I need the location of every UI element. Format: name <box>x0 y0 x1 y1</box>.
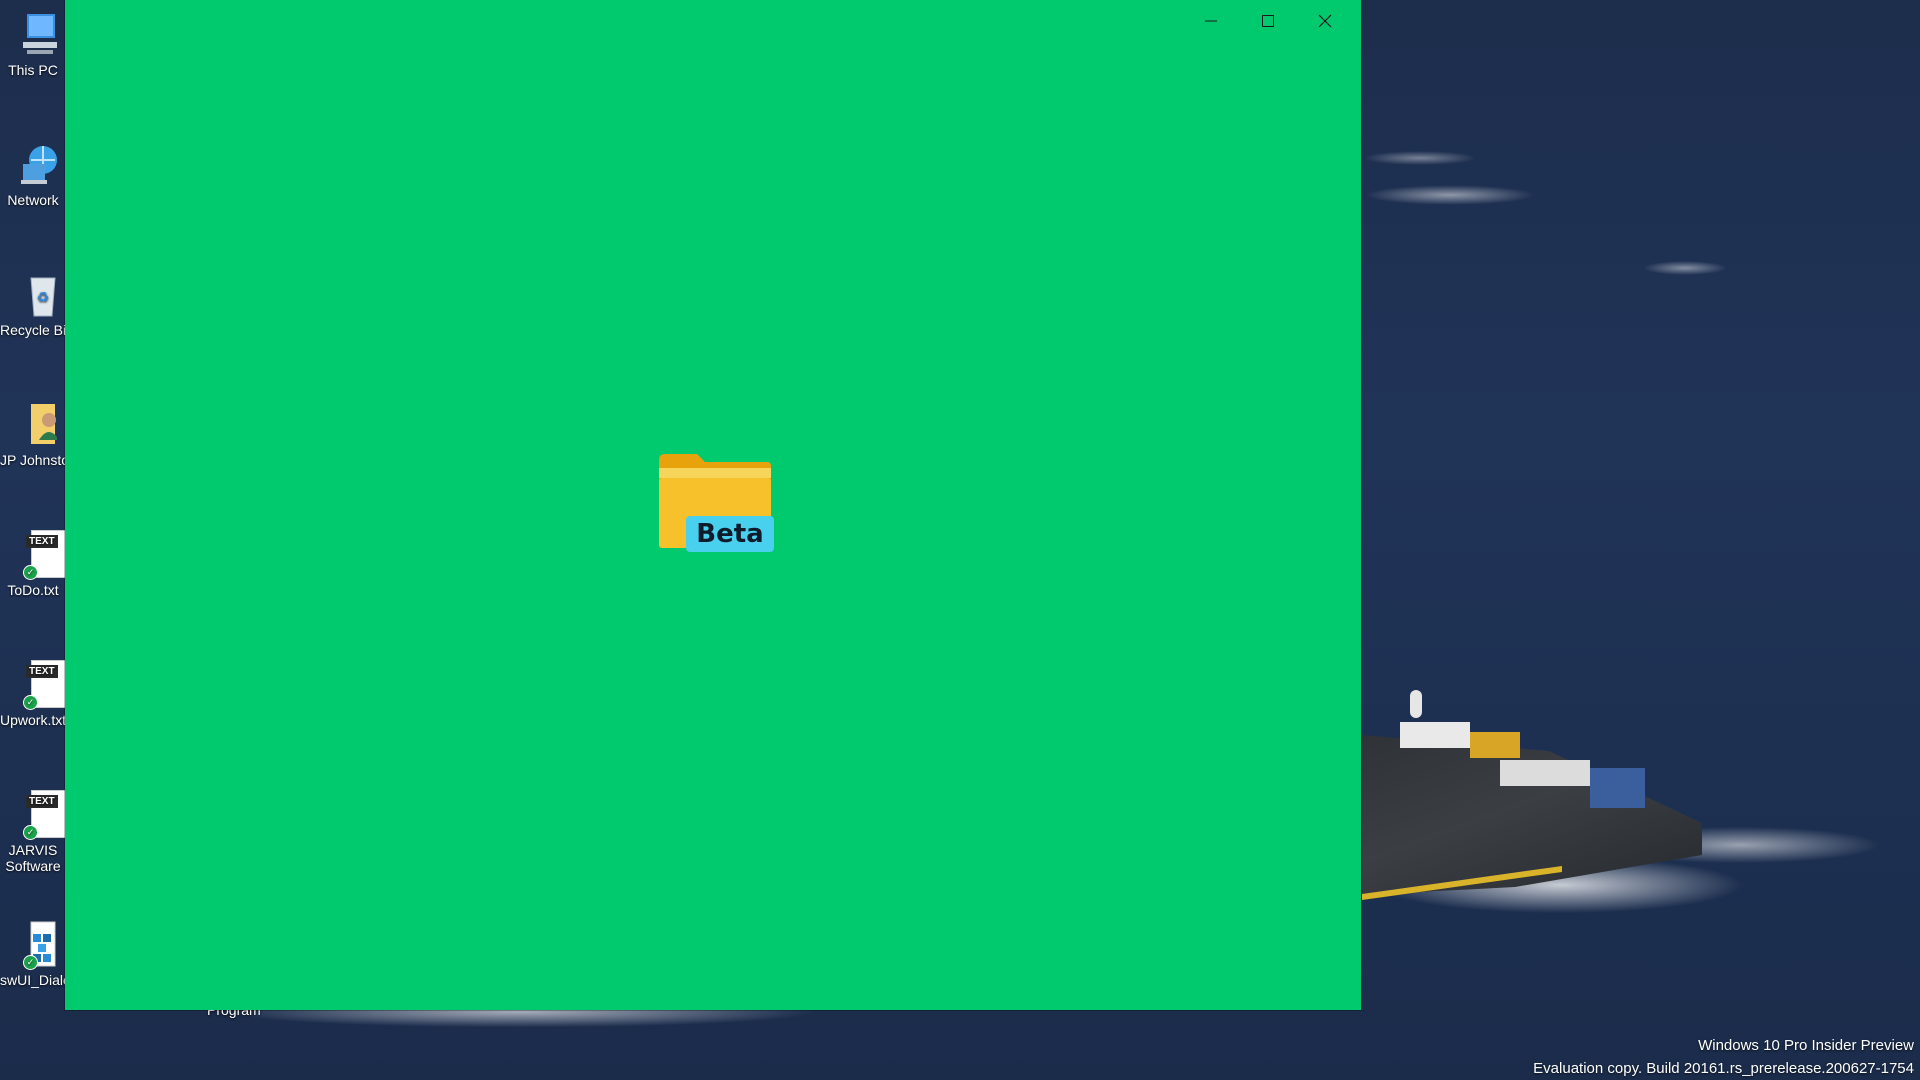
sync-check-icon: ✓ <box>23 825 38 840</box>
file-type-tag: TEXT <box>26 665 58 678</box>
beta-badge: Beta <box>686 516 774 552</box>
desktop-icon-todo[interactable]: TEXT ✓ ToDo.txt <box>0 530 71 598</box>
minimize-icon <box>1205 20 1217 22</box>
desktop-icon-label: JARVIS Software <box>5 842 61 874</box>
desktop-icon-label: ToDo.txt <box>7 582 59 598</box>
svg-text:♻: ♻ <box>37 289 50 305</box>
maximize-icon <box>1262 15 1274 27</box>
barge-container <box>1400 722 1470 748</box>
close-icon <box>1318 14 1332 28</box>
desktop-icon-label: Network <box>7 192 59 208</box>
desktop-icon-label: Upwork.txt <box>0 712 66 728</box>
recycle-bin-icon: ♻ <box>9 270 57 318</box>
barge-container <box>1470 732 1520 758</box>
cubes-file-icon: ✓ <box>9 920 57 970</box>
app-window: Beta <box>65 0 1361 1010</box>
desktop-icon-label: swUI_Dialog <box>0 972 66 988</box>
sync-check-icon: ✓ <box>23 695 38 710</box>
file-type-tag: TEXT <box>26 535 58 548</box>
desktop-icon-swui-dialog[interactable]: ✓ swUI_Dialog <box>0 920 66 988</box>
barge-container <box>1410 690 1422 718</box>
text-file-icon: TEXT ✓ <box>9 530 71 580</box>
desktop-icon-label: Recycle Bin <box>0 322 66 338</box>
user-folder-icon <box>9 400 59 448</box>
text-file-icon: TEXT ✓ <box>9 790 71 840</box>
desktop-icon-recycle-bin[interactable]: ♻ Recycle Bin <box>0 270 66 338</box>
desktop-icon-this-pc[interactable]: This PC <box>0 10 66 78</box>
desktop-icon-label: This PC <box>8 62 58 78</box>
maximize-button[interactable] <box>1240 0 1296 42</box>
watermark-line-2: Evaluation copy. Build 20161.rs_prerelea… <box>1533 1060 1914 1077</box>
sync-check-icon: ✓ <box>23 565 38 580</box>
watermark-line-1: Windows 10 Pro Insider Preview <box>1698 1037 1914 1054</box>
windows-watermark: Windows 10 Pro Insider Preview Evaluatio… <box>1533 1034 1914 1080</box>
barge-container <box>1500 760 1590 786</box>
file-type-tag: TEXT <box>26 795 58 808</box>
network-icon <box>9 140 57 188</box>
desktop-icon-jarvis[interactable]: TEXT ✓ JARVIS Software <box>0 790 71 874</box>
minimize-button[interactable] <box>1183 0 1239 42</box>
barge-container <box>1590 768 1645 808</box>
text-file-icon: TEXT ✓ <box>9 660 71 710</box>
desktop-icon-user-folder[interactable]: JP Johnston <box>0 400 66 468</box>
desktop-icon-upwork[interactable]: TEXT ✓ Upwork.txt <box>0 660 71 728</box>
computer-icon <box>9 10 57 58</box>
sync-check-icon: ✓ <box>23 955 38 970</box>
close-button[interactable] <box>1297 0 1353 42</box>
desktop-icon-network[interactable]: Network <box>0 140 66 208</box>
desktop-icon-label: JP Johnston <box>0 452 66 468</box>
